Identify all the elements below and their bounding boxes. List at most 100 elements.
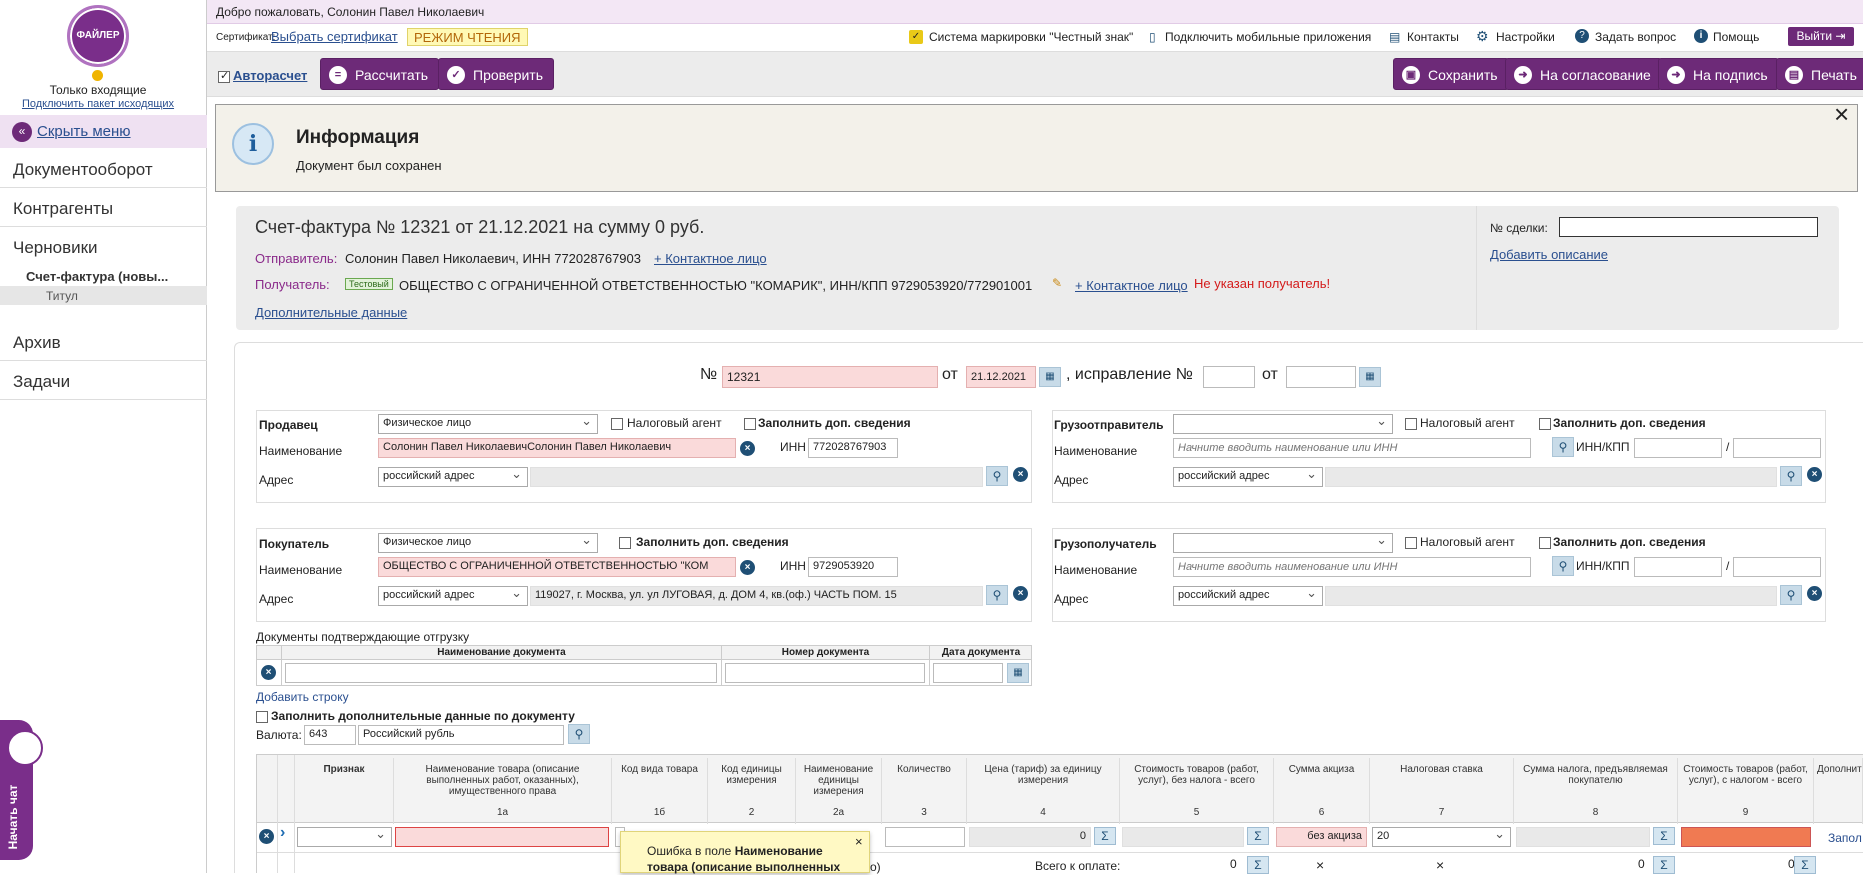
add-row-link[interactable]: Добавить строку xyxy=(256,690,349,704)
row-cost-no-tax-input[interactable] xyxy=(1122,827,1244,847)
buyer-fill-extra-checkbox[interactable] xyxy=(619,537,631,549)
sum-icon[interactable]: Σ xyxy=(1094,827,1116,845)
tooltip-close-icon[interactable]: × xyxy=(855,834,863,849)
header-link-contacts[interactable]: Контакты xyxy=(1407,30,1459,44)
doc-number-input[interactable] xyxy=(725,663,925,683)
shipper-type-select[interactable] xyxy=(1173,414,1393,434)
calendar-icon-3[interactable]: ▦ xyxy=(1007,663,1029,683)
seller-type-select[interactable]: Физическое лицо xyxy=(378,414,598,434)
seller-address-clear-icon[interactable]: × xyxy=(1013,467,1028,482)
shipper-name-input[interactable] xyxy=(1173,438,1531,458)
consignee-address-clear-icon[interactable]: × xyxy=(1807,586,1822,601)
sender-contact-link[interactable]: + Контактное лицо xyxy=(654,251,767,266)
consignee-inn-input[interactable] xyxy=(1634,557,1722,577)
consignee-search-icon[interactable]: ⚲ xyxy=(1552,556,1574,576)
calendar-icon[interactable]: ▦ xyxy=(1039,367,1061,387)
header-link-marking[interactable]: Система маркировки "Честный знак" xyxy=(929,30,1133,44)
hide-menu-bar[interactable]: « Скрыть меню xyxy=(0,115,207,148)
buyer-addr-type-select[interactable]: российский адрес xyxy=(378,586,528,606)
row-tax-sum-input[interactable] xyxy=(1516,827,1650,847)
fill-additional-checkbox[interactable] xyxy=(256,711,268,723)
consignee-name-input[interactable] xyxy=(1173,557,1531,577)
correction-date-input[interactable] xyxy=(1286,366,1356,388)
search-icon[interactable]: ✎ xyxy=(1052,276,1062,290)
save-button[interactable]: ▣ Сохранить xyxy=(1393,58,1509,90)
currency-name-input[interactable]: Российский рубль xyxy=(358,725,564,745)
row-tax-rate-select[interactable]: 20 xyxy=(1372,827,1511,847)
receiver-contact-link[interactable]: + Контактное лицо xyxy=(1075,278,1188,293)
nav-subitem-title[interactable]: Титул xyxy=(0,286,207,305)
consignee-address-input[interactable] xyxy=(1325,586,1777,606)
header-link-question[interactable]: Задать вопрос xyxy=(1595,30,1676,44)
header-link-help[interactable]: Помощь xyxy=(1713,30,1759,44)
consignee-kpp-input[interactable] xyxy=(1733,557,1821,577)
approve-button[interactable]: ➜ На согласование xyxy=(1505,58,1662,90)
logout-button[interactable]: Выйти ⇥ xyxy=(1788,27,1854,46)
nav-item-document-flow[interactable]: Документооборот xyxy=(0,150,207,188)
shipper-address-input[interactable] xyxy=(1325,467,1777,487)
header-link-settings[interactable]: Настройки xyxy=(1496,30,1555,44)
seller-tax-agent-checkbox[interactable] xyxy=(611,418,623,430)
nav-subitem-invoice[interactable]: Счет-фактура (новы... xyxy=(26,269,168,284)
seller-inn-input[interactable]: 772028767903 xyxy=(808,438,898,458)
filer-logo[interactable]: ФАЙЛЕР xyxy=(67,5,129,67)
calendar-icon-2[interactable]: ▦ xyxy=(1359,367,1381,387)
shipper-tax-agent-checkbox[interactable] xyxy=(1405,418,1417,430)
deal-number-input[interactable] xyxy=(1559,217,1818,237)
buyer-address-clear-icon[interactable]: × xyxy=(1013,586,1028,601)
connect-package-link[interactable]: Подключить пакет исходящих xyxy=(0,98,196,110)
invoice-number-input[interactable]: 12321 xyxy=(722,366,938,388)
row-sign-select[interactable] xyxy=(297,827,392,847)
remove-goods-row-icon[interactable]: × xyxy=(259,829,274,844)
seller-name-clear-icon[interactable]: × xyxy=(740,441,755,456)
correction-number-input[interactable] xyxy=(1203,366,1255,388)
row-cost-with-tax-input[interactable] xyxy=(1681,827,1811,847)
header-link-mobile[interactable]: Подключить мобильные приложения xyxy=(1165,30,1371,44)
sum-icon[interactable]: Σ xyxy=(1247,827,1269,845)
extra-data-link[interactable]: Дополнительные данные xyxy=(255,305,407,320)
seller-address-search-icon[interactable]: ⚲ xyxy=(986,466,1008,486)
choose-cert-link[interactable]: Выбрать сертификат xyxy=(271,29,398,44)
nav-item-drafts[interactable]: Черновики xyxy=(0,228,207,266)
seller-address-input[interactable] xyxy=(530,467,983,487)
consignee-fill-extra-checkbox[interactable] xyxy=(1539,537,1551,549)
seller-fill-extra-checkbox[interactable] xyxy=(744,418,756,430)
shipper-address-search-icon[interactable]: ⚲ xyxy=(1780,466,1802,486)
consignee-addr-type-select[interactable]: российский адрес xyxy=(1173,586,1323,606)
add-description-link[interactable]: Добавить описание xyxy=(1490,247,1608,262)
consignee-tax-agent-checkbox[interactable] xyxy=(1405,537,1417,549)
autocalc-checkbox[interactable]: ✓ xyxy=(218,70,230,83)
buyer-inn-input[interactable]: 9729053920 xyxy=(808,557,898,577)
invoice-date-input[interactable]: 21.12.2021 xyxy=(966,366,1036,388)
nav-item-archive[interactable]: Архив xyxy=(0,323,207,361)
currency-code-input[interactable]: 643 xyxy=(304,725,356,745)
close-icon[interactable]: × xyxy=(1834,99,1849,130)
chat-tab[interactable]: Начать чат xyxy=(0,720,43,860)
autocalc-label[interactable]: Авторасчет xyxy=(233,68,307,83)
consignee-address-search-icon[interactable]: ⚲ xyxy=(1780,585,1802,605)
buyer-address-search-icon[interactable]: ⚲ xyxy=(986,585,1008,605)
buyer-address-input[interactable]: 119027, г. Москва, ул. ул ЛУГОВАЯ, д. ДО… xyxy=(530,586,983,606)
doc-name-input[interactable] xyxy=(285,663,717,683)
expand-row-icon[interactable]: › xyxy=(280,824,285,842)
row-excise-input[interactable]: без акциза xyxy=(1276,827,1367,847)
shipper-inn-input[interactable] xyxy=(1634,438,1722,458)
seller-name-input[interactable]: Солонин Павел НиколаевичСолонин Павел Ни… xyxy=(378,438,736,458)
buyer-type-select[interactable]: Физическое лицо xyxy=(378,533,598,553)
consignee-type-select[interactable] xyxy=(1173,533,1393,553)
doc-date-input[interactable] xyxy=(933,663,1003,683)
shipper-fill-extra-checkbox[interactable] xyxy=(1539,418,1551,430)
shipper-address-clear-icon[interactable]: × xyxy=(1807,467,1822,482)
calculate-button[interactable]: = Рассчитать xyxy=(320,58,440,90)
currency-search-icon[interactable]: ⚲ xyxy=(568,724,590,744)
shipper-kpp-input[interactable] xyxy=(1733,438,1821,458)
row-quantity-input[interactable] xyxy=(885,827,965,847)
shipper-addr-type-select[interactable]: российский адрес xyxy=(1173,467,1323,487)
row-price-input[interactable]: 0 xyxy=(969,827,1091,847)
hide-menu-link[interactable]: Скрыть меню xyxy=(37,123,131,140)
seller-addr-type-select[interactable]: российский адрес xyxy=(378,467,528,487)
buyer-name-clear-icon[interactable]: × xyxy=(740,560,755,575)
nav-item-tasks[interactable]: Задачи xyxy=(0,362,207,400)
buyer-name-input[interactable]: ОБЩЕСТВО С ОГРАНИЧЕННОЙ ОТВЕТСТВЕННОСТЬЮ… xyxy=(378,557,736,577)
remove-row-icon[interactable]: × xyxy=(261,665,276,680)
